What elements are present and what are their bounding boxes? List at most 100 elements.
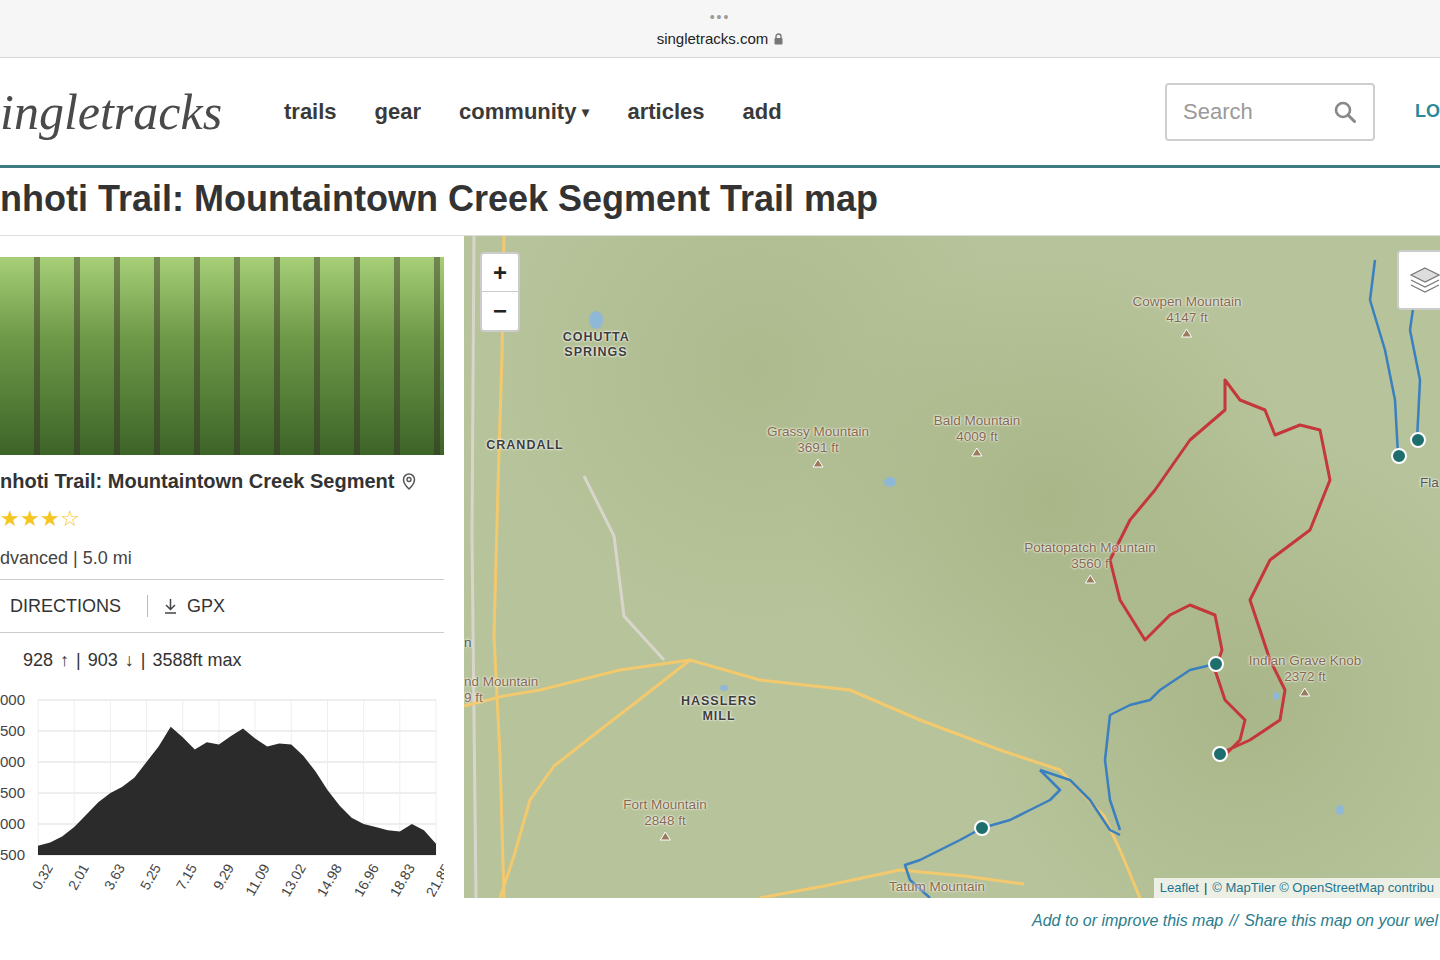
x-tick: 16.96 xyxy=(350,861,381,898)
trail-line[interactable] xyxy=(1040,770,1120,835)
peak-elevation: 4147 ft xyxy=(1166,310,1207,326)
trailhead-marker[interactable] xyxy=(1213,747,1227,761)
x-tick: 21.85 xyxy=(422,861,444,898)
peak-label: Fort Mountain2848 ft xyxy=(623,797,706,841)
footer-link[interactable]: Add to or improve this map xyxy=(1032,909,1223,933)
peak-elevation: 3560 f xyxy=(1071,556,1109,572)
nav-link[interactable]: trails xyxy=(284,98,337,126)
y-tick: 000 xyxy=(0,691,25,709)
url-text: singletracks.com xyxy=(657,30,769,48)
footer-link: // xyxy=(1229,909,1238,933)
trail-photo[interactable] xyxy=(0,257,444,455)
search-input[interactable] xyxy=(1183,95,1325,128)
nav-label: community xyxy=(459,98,576,126)
star: ★ xyxy=(20,507,40,531)
grid-line xyxy=(38,700,436,701)
nav-link[interactable]: community▾ xyxy=(459,98,589,126)
nav-label: trails xyxy=(284,98,337,126)
peak-label: nd Mountain9 ft xyxy=(464,674,538,706)
trail-line[interactable] xyxy=(905,770,1060,898)
peak-name: nd Mountain xyxy=(464,674,538,690)
x-tick: 9.29 xyxy=(209,861,236,893)
ascent-value: 928 xyxy=(23,647,53,674)
place-label: CRANDALL xyxy=(486,438,563,453)
site-logo[interactable]: ingletracks xyxy=(0,82,232,142)
location-pin-icon[interactable] xyxy=(402,473,416,490)
x-tick: 7.15 xyxy=(173,861,200,893)
trail-sidebar: nhoti Trail: Mountaintown Creek Segment … xyxy=(0,236,444,898)
login-link[interactable]: LO xyxy=(1415,98,1440,125)
footer-link[interactable]: Share this map on your wel xyxy=(1244,909,1438,933)
attribution-item: | xyxy=(1204,879,1207,897)
grid-line xyxy=(38,731,436,732)
nav-link[interactable]: articles xyxy=(627,98,704,126)
attribution-item[interactable]: © MapTiler © OpenStreetMap contribu xyxy=(1212,879,1434,897)
peak-label: Indian Grave Knob2372 ft xyxy=(1249,653,1362,697)
lake xyxy=(1273,692,1279,700)
zoom-control: +− xyxy=(480,252,520,332)
y-tick: 000 xyxy=(0,815,25,833)
trail-line[interactable] xyxy=(1370,260,1398,455)
minor-road xyxy=(472,236,476,898)
y-tick: 000 xyxy=(0,753,25,771)
peak-name: Grassy Mountain xyxy=(767,424,869,440)
place-label: HASSLERS MILL xyxy=(681,694,757,724)
nav-link[interactable]: add xyxy=(743,98,782,126)
lake xyxy=(720,685,728,691)
gpx-label: GPX xyxy=(187,595,225,617)
trailhead-marker[interactable] xyxy=(975,821,989,835)
lock-icon xyxy=(774,33,783,45)
peak-label: Bald Mountain4009 ft xyxy=(934,413,1020,457)
nav-label: add xyxy=(743,98,782,126)
download-icon xyxy=(164,598,177,614)
magnifier-icon[interactable] xyxy=(1333,100,1357,124)
trailhead-marker[interactable] xyxy=(1411,433,1425,447)
trail-map[interactable]: +− Leaflet | © MapTiler © OpenStreetMap co… xyxy=(464,236,1440,898)
peak-triangle-icon xyxy=(1181,328,1193,338)
trailhead-marker[interactable] xyxy=(1392,449,1406,463)
zoom-out-button[interactable]: − xyxy=(482,292,518,330)
peak-elevation: 9 ft xyxy=(464,690,483,706)
minor-road xyxy=(584,476,664,660)
gpx-button[interactable]: GPX xyxy=(148,595,225,617)
peak-name: Cowpen Mountain xyxy=(1133,294,1242,310)
stat-separator: | xyxy=(76,647,81,674)
trail-line[interactable] xyxy=(1110,380,1330,755)
address-bar[interactable]: singletracks.com xyxy=(657,30,784,48)
main-nav: trails gear community▾ articles add xyxy=(284,98,782,126)
nav-link[interactable]: gear xyxy=(375,98,421,126)
place-label: COHUTTA SPRINGS xyxy=(563,330,630,360)
grid-line xyxy=(436,700,437,855)
star: ★ xyxy=(40,507,60,531)
grid-line xyxy=(38,700,39,855)
nav-label: gear xyxy=(375,98,421,126)
search-box[interactable] xyxy=(1165,83,1375,141)
zoom-in-button[interactable]: + xyxy=(482,254,518,292)
peak-elevation: 3691 ft xyxy=(797,440,838,456)
attribution-item[interactable]: Leaflet xyxy=(1160,879,1199,897)
road xyxy=(494,236,504,898)
descent-arrow: ↓ xyxy=(125,647,134,674)
peak-name: Indian Grave Knob xyxy=(1249,653,1362,669)
trail-line[interactable] xyxy=(1105,664,1215,830)
browser-menu[interactable]: ••• xyxy=(710,10,731,24)
trailhead-marker[interactable] xyxy=(1209,657,1223,671)
layers-button[interactable] xyxy=(1397,250,1440,310)
road xyxy=(464,660,1140,898)
x-tick: 3.63 xyxy=(101,861,128,893)
peak-label: Cowpen Mountain4147 ft xyxy=(1133,294,1242,338)
peak-elevation: 2848 ft xyxy=(644,813,685,829)
elevation-chart: 0005000005000005000.322.013.635.257.159.… xyxy=(0,687,444,898)
peak-elevation: 4009 ft xyxy=(956,429,997,445)
map-attribution: Leaflet | © MapTiler © OpenStreetMap contr… xyxy=(1154,878,1440,898)
peak-triangle-icon xyxy=(1299,687,1311,697)
stat-separator: | xyxy=(141,647,146,674)
browser-bar: ••• singletracks.com xyxy=(0,0,1440,58)
star: ☆ xyxy=(60,507,80,531)
peak-triangle-icon xyxy=(971,447,983,457)
lake xyxy=(589,311,603,329)
directions-button[interactable]: DIRECTIONS xyxy=(0,595,148,617)
peak-name: Fort Mountain xyxy=(623,797,706,813)
photo-trees xyxy=(0,257,444,455)
trail-summary: dvanced | 5.0 mi xyxy=(0,546,444,570)
